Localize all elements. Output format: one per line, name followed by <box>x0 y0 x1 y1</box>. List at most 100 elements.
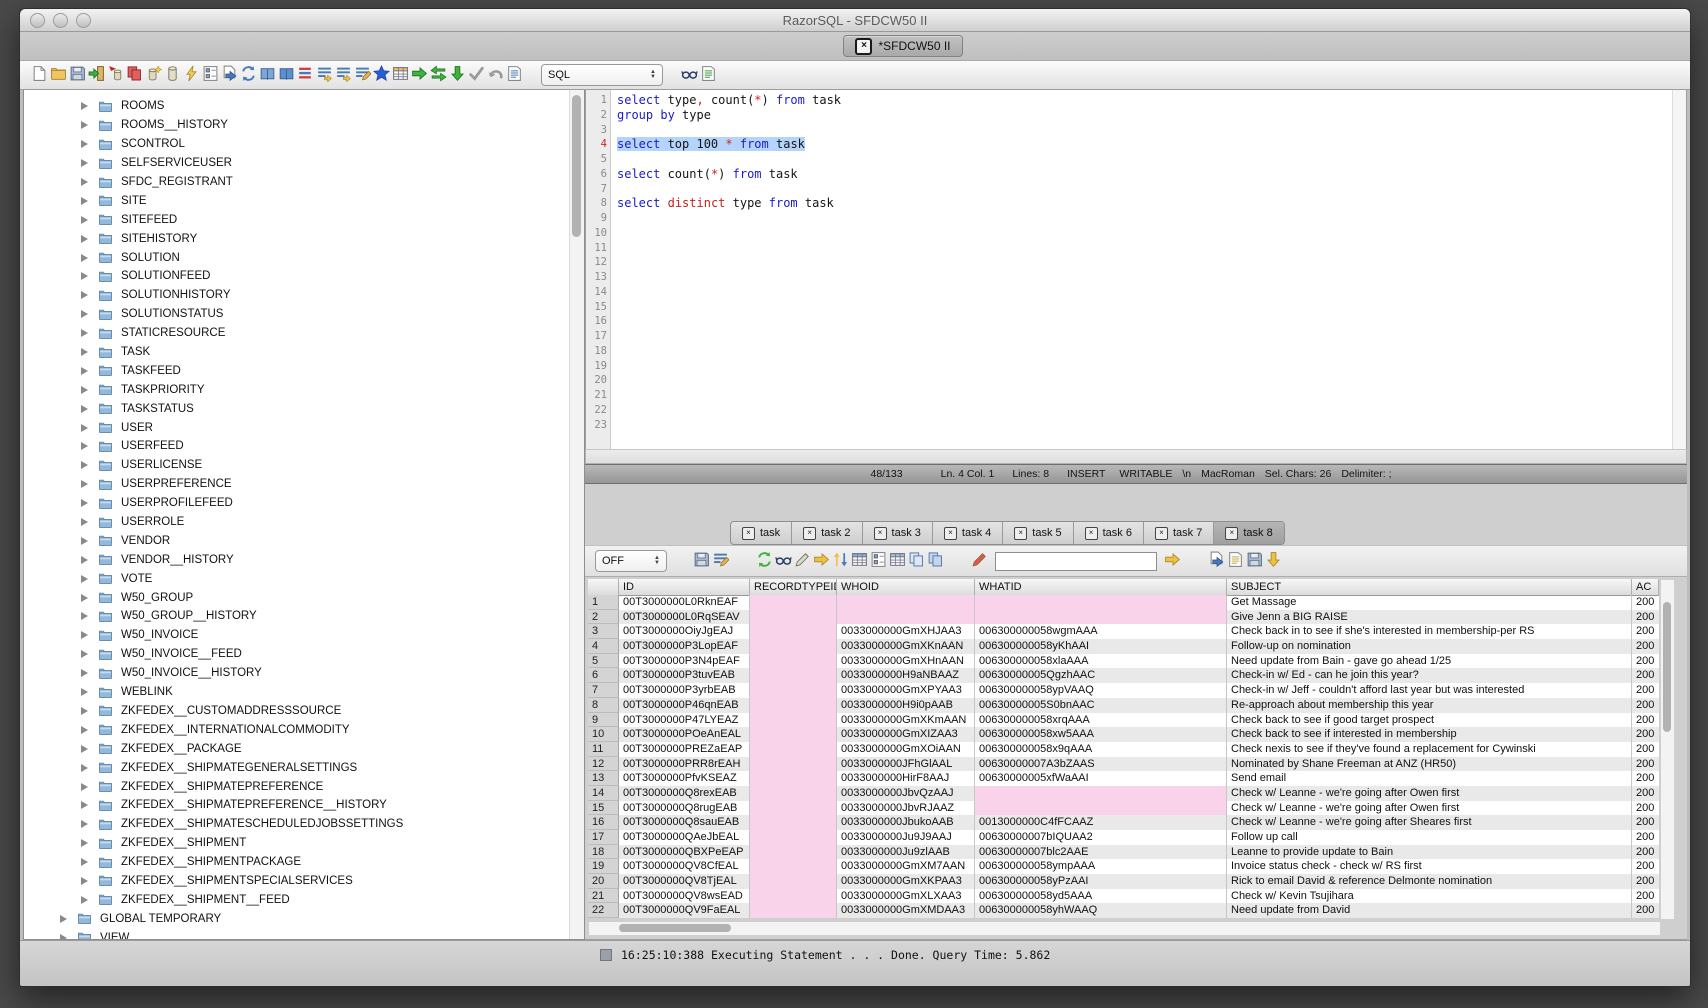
disclosure-triangle-icon[interactable] <box>81 291 88 299</box>
row-number[interactable]: 19 <box>588 859 619 874</box>
grid-horizontal-scrollbar[interactable] <box>588 921 1661 936</box>
cell-whatid[interactable]: 00630000005xfWaAAI <box>975 771 1227 786</box>
disclosure-triangle-icon[interactable] <box>81 726 88 734</box>
tree-item-zkfedex-internationalcommodity[interactable]: ZKFEDEX__INTERNATIONALCOMMODITY <box>24 720 584 739</box>
disclosure-triangle-icon[interactable] <box>81 801 88 809</box>
cell-whatid[interactable] <box>975 786 1227 801</box>
cell-id[interactable]: 00T3000000P3LopEAF <box>619 639 750 654</box>
new-file-icon[interactable] <box>30 64 49 83</box>
cell-id[interactable]: 00T3000000Q8rugEAB <box>619 801 750 816</box>
result-tab-task-4[interactable]: ×task 4 <box>933 522 1003 544</box>
cell-id[interactable]: 00T3000000Q8rexEAB <box>619 786 750 801</box>
statement-type-select[interactable]: SQL ▲▼ <box>541 64 663 86</box>
view-glasses-icon[interactable] <box>774 550 793 569</box>
cell-whatid[interactable] <box>975 595 1227 610</box>
disclosure-triangle-icon[interactable] <box>81 858 88 866</box>
disclosure-triangle-icon[interactable] <box>81 461 88 469</box>
cell-ac[interactable]: 200 <box>1632 683 1658 698</box>
code-line[interactable] <box>617 255 1686 270</box>
disclosure-triangle-icon[interactable] <box>81 820 88 828</box>
cell-whatid[interactable]: 006300000058yd5AAA <box>975 889 1227 904</box>
cell-whatid[interactable]: 006300000058ypVAAQ <box>975 683 1227 698</box>
column-header-recordtypeid[interactable]: RECORDTYPEID <box>750 579 837 596</box>
export-results-icon[interactable] <box>1207 550 1226 569</box>
code-line[interactable] <box>617 152 1686 167</box>
tree-item-solutionstatus[interactable]: SOLUTIONSTATUS <box>24 305 584 324</box>
highlight-icon[interactable] <box>970 550 989 569</box>
cell-subject[interactable]: Rick to email David & reference Delmonte… <box>1227 874 1632 889</box>
cell-whatid[interactable]: 006300000058yPzAAI <box>975 874 1227 889</box>
disclosure-triangle-icon[interactable] <box>81 764 88 772</box>
row-number[interactable]: 11 <box>588 742 619 757</box>
cell-id[interactable]: 00T3000000QV8wsEAD <box>619 889 750 904</box>
disclosure-triangle-icon[interactable] <box>81 877 88 885</box>
cell-whoid[interactable]: 0033000000GmXKnAAN <box>837 639 975 654</box>
tree-item-solutionfeed[interactable]: SOLUTIONFEED <box>24 267 584 286</box>
cell-whoid[interactable]: 0033000000GmXPYAA3 <box>837 683 975 698</box>
cell-ac[interactable]: 200 <box>1632 742 1658 757</box>
tree-item-scontrol[interactable]: SCONTROL <box>24 135 584 154</box>
cell-ac[interactable]: 200 <box>1632 845 1658 860</box>
disclosure-triangle-icon[interactable] <box>81 650 88 658</box>
disclosure-triangle-icon[interactable] <box>81 556 88 564</box>
column-header-ac[interactable]: AC <box>1632 579 1659 596</box>
disclosure-triangle-icon[interactable] <box>81 216 88 224</box>
cell-ac[interactable]: 200 <box>1632 668 1658 683</box>
cell-recordtypeid[interactable] <box>750 801 837 816</box>
tree-item-solutionhistory[interactable]: SOLUTIONHISTORY <box>24 286 584 305</box>
disclosure-triangle-icon[interactable] <box>81 178 88 186</box>
title-bar[interactable]: RazorSQL - SFDCW50 II <box>20 9 1690 32</box>
cell-recordtypeid[interactable] <box>750 889 837 904</box>
document-tab[interactable]: × *SFDCW50 II <box>843 35 962 57</box>
insert-row-icon[interactable] <box>812 550 831 569</box>
row-number[interactable]: 20 <box>588 874 619 889</box>
cell-id[interactable]: 00T3000000OiyJgEAJ <box>619 624 750 639</box>
disclosure-triangle-icon[interactable] <box>81 159 88 167</box>
tree-item-userprofilefeed[interactable]: USERPROFILEFEED <box>24 494 584 513</box>
row-number[interactable]: 17 <box>588 830 619 845</box>
cell-whoid[interactable] <box>837 595 975 610</box>
tree-item-rooms-history[interactable]: ROOMS__HISTORY <box>24 116 584 135</box>
tree-item-w50-group[interactable]: W50_GROUP <box>24 588 584 607</box>
disclosure-triangle-icon[interactable] <box>81 480 88 488</box>
code-line[interactable] <box>617 211 1686 226</box>
cell-subject[interactable]: Check back in to see if she's interested… <box>1227 624 1632 639</box>
cell-ac[interactable]: 200 <box>1632 786 1658 801</box>
new-editor-tab-icon[interactable] <box>505 64 524 83</box>
table-info-icon[interactable] <box>888 550 907 569</box>
result-tab-task-8[interactable]: ×task 8 <box>1214 522 1283 544</box>
cell-ac[interactable]: 200 <box>1632 859 1658 874</box>
query-builder-icon[interactable] <box>201 64 220 83</box>
cell-recordtypeid[interactable] <box>750 595 837 610</box>
save-icon[interactable] <box>68 64 87 83</box>
code-line[interactable] <box>617 270 1686 285</box>
result-tab-task-5[interactable]: ×task 5 <box>1003 522 1073 544</box>
cell-recordtypeid[interactable] <box>750 859 837 874</box>
cell-whatid[interactable]: 00630000007bIQUAA2 <box>975 830 1227 845</box>
edit-sql-icon[interactable] <box>353 64 372 83</box>
disclosure-triangle-icon[interactable] <box>81 424 88 432</box>
cell-recordtypeid[interactable] <box>750 815 837 830</box>
row-number[interactable]: 5 <box>588 654 619 669</box>
cell-recordtypeid[interactable] <box>750 757 837 772</box>
cell-whatid[interactable]: 006300000058yKhAAI <box>975 639 1227 654</box>
cell-ac[interactable]: 200 <box>1632 874 1658 889</box>
row-number[interactable]: 14 <box>588 786 619 801</box>
filter-icon[interactable] <box>711 550 730 569</box>
cell-subject[interactable]: Check-in w/ Ed - can he join this year? <box>1227 668 1632 683</box>
tree-item-w50-group-history[interactable]: W50_GROUP__HISTORY <box>24 607 584 626</box>
cell-ac[interactable]: 200 <box>1632 698 1658 713</box>
disclosure-triangle-icon[interactable] <box>81 575 88 583</box>
disclosure-triangle-icon[interactable] <box>81 518 88 526</box>
cell-whatid[interactable]: 00630000007blc2AAE <box>975 845 1227 860</box>
cell-subject[interactable]: Check back to see if interested in membe… <box>1227 727 1632 742</box>
cell-subject[interactable]: Give Jenn a BIG RAISE <box>1227 610 1632 625</box>
cell-recordtypeid[interactable] <box>750 845 837 860</box>
cell-ac[interactable]: 200 <box>1632 815 1658 830</box>
editor-horizontal-scrollbar[interactable] <box>585 449 1687 464</box>
notes-icon[interactable] <box>1226 550 1245 569</box>
cell-id[interactable]: 00T3000000L0RknEAF <box>619 595 750 610</box>
connect-icon[interactable] <box>87 64 106 83</box>
select-columns-icon[interactable] <box>869 550 888 569</box>
cell-subject[interactable]: Invoice status check - check w/ RS first <box>1227 859 1632 874</box>
